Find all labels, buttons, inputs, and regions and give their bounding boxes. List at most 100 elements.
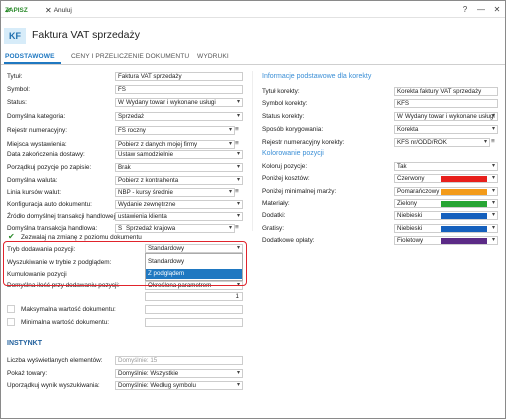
select-rejestr-korekty[interactable]: KFS nr/ODD/ROK ▾ xyxy=(394,138,490,147)
menu-icon[interactable]: ≡ xyxy=(235,188,239,195)
tab-wydruki[interactable]: WYDRUKI xyxy=(197,53,229,60)
tab-podstawowe[interactable]: PODSTAWOWE xyxy=(5,53,55,60)
active-tab-indicator xyxy=(4,62,61,64)
chevron-down-icon: ▾ xyxy=(491,225,495,231)
menu-icon[interactable]: ≡ xyxy=(235,126,239,133)
transakcja-value: Sprzedaż krajowa xyxy=(126,225,176,232)
pokaz-towary-value: Domyślnie: Wszystkie xyxy=(118,370,179,377)
label-ponizej-marzy: Poniżej minimalnej marży: xyxy=(262,188,337,195)
label-gratisy: Gratisy: xyxy=(262,225,285,232)
select-waluta[interactable]: Pobierz z kontrahenta ▾ xyxy=(115,176,243,185)
label-data-zakonczenia: Data zakończenia dostawy: xyxy=(7,151,85,158)
select-zrodlo-transakcji[interactable]: ustawienia klienta ▾ xyxy=(115,212,243,221)
cancel-button[interactable]: ✕ Anuluj xyxy=(45,5,72,15)
select-miejsca[interactable]: Pobierz z danych mojej firmy ▾ xyxy=(115,140,235,149)
color-swatch xyxy=(441,201,487,207)
section-title-info: Informacje podstawowe dla korekty xyxy=(262,73,372,80)
page-title: Faktura VAT sprzedaży xyxy=(32,29,140,41)
select-dodatki[interactable]: Niebieski ▾ xyxy=(394,211,498,220)
chevron-down-icon: ▾ xyxy=(236,164,240,170)
field-tytul[interactable]: Faktura VAT sprzedaży xyxy=(115,72,243,81)
close-icon: ✕ xyxy=(45,5,52,15)
chevron-down-icon: ▾ xyxy=(483,139,487,145)
label-porzadkuj: Porządkuj pozycje po zapisie: xyxy=(7,164,92,171)
select-koloruj[interactable]: Tak ▾ xyxy=(394,162,498,171)
minimize-button[interactable]: — xyxy=(475,4,487,15)
label-sposob-korygowania: Sposób korygowania: xyxy=(262,126,324,133)
document-type-badge: KF xyxy=(4,28,26,44)
close-window-button[interactable]: ✕ xyxy=(491,4,503,15)
label-dodatki: Dodatki: xyxy=(262,212,286,219)
label-pokaz-towary: Pokaż towary: xyxy=(7,370,48,377)
linia-kursow-value: NBP - kursy średnie xyxy=(118,189,173,196)
label-miejsca: Miejsca wystawienia: xyxy=(7,141,67,148)
check-icon[interactable]: ✔ xyxy=(8,232,15,241)
chevron-down-icon: ▾ xyxy=(491,163,495,169)
color-swatch xyxy=(441,213,487,219)
save-button[interactable]: ✔ ZAPISZ xyxy=(5,5,28,15)
label-tytul: Tytuł: xyxy=(7,73,23,80)
checkbox-max[interactable] xyxy=(7,305,15,313)
window: ✔ ZAPISZ ✕ Anuluj ? — ✕ KF Faktura VAT s… xyxy=(0,0,506,419)
label-max-wartosc: Maksymalna wartość dokumentu: xyxy=(21,306,116,313)
chevron-down-icon: ▾ xyxy=(491,113,495,119)
koloruj-value: Tak xyxy=(397,163,407,170)
chevron-down-icon: ▾ xyxy=(236,370,240,376)
save-label: ZAPISZ xyxy=(5,6,28,14)
input-max-wartosc[interactable] xyxy=(145,305,243,314)
label-konfiguracja: Konfiguracja auto dokumentu: xyxy=(7,201,92,208)
select-uporzadkuj[interactable]: Domyślnie: Według symbolu ▾ xyxy=(115,381,243,390)
checkbox-min[interactable] xyxy=(7,318,15,326)
ponizej-marzy-value: Pomarańczowy xyxy=(397,188,440,195)
menu-icon[interactable]: ≡ xyxy=(491,138,495,145)
chevron-down-icon: ▾ xyxy=(491,200,495,206)
select-linia-kursow[interactable]: NBP - kursy średnie ▾ xyxy=(115,188,235,197)
chevron-down-icon: ▾ xyxy=(236,382,240,388)
input-min-wartosc[interactable] xyxy=(145,318,243,327)
label-rejestr: Rejestr numeracyjny: xyxy=(7,127,68,134)
field-symbol-korekty[interactable]: KFS xyxy=(394,99,498,108)
quantity-input[interactable]: 1 xyxy=(145,292,243,301)
uporzadkuj-value: Domyślnie: Według symbolu xyxy=(118,382,196,389)
label-koloruj: Koloruj pozycje: xyxy=(262,163,308,170)
chevron-down-icon: ▾ xyxy=(236,213,240,219)
tab-bar: PODSTAWOWE CENY I PRZELICZENIE DOKUMENTU… xyxy=(1,50,505,65)
input-liczba-elementow[interactable]: Domyślnie: 15 xyxy=(115,356,243,365)
sposob-korygowania-value: Korekta xyxy=(397,126,419,133)
select-ponizej-kosztow[interactable]: Czerwony ▾ xyxy=(394,174,498,183)
chevron-down-icon: ▾ xyxy=(491,175,495,181)
select-kategoria[interactable]: Sprzedaż ▾ xyxy=(115,112,243,121)
select-ponizej-marzy[interactable]: Pomarańczowy ▾ xyxy=(394,187,498,196)
label-uporzadkuj: Uporządkuj wynik wyszukiwania: xyxy=(7,382,100,389)
select-materialy[interactable]: Zielony ▾ xyxy=(394,199,498,208)
select-data-zakonczenia[interactable]: Ustaw samodzielnie ▾ xyxy=(115,150,243,159)
help-button[interactable]: ? xyxy=(459,4,471,15)
status-korekty-value: Wydany towar i wykonane usługi xyxy=(405,113,495,120)
chevron-down-icon: ▾ xyxy=(236,99,240,105)
select-pokaz-towary[interactable]: Domyślnie: Wszystkie ▾ xyxy=(115,369,243,378)
dodatki-value: Niebieski xyxy=(397,212,423,219)
select-porzadkuj[interactable]: Brak ▾ xyxy=(115,163,243,172)
label-status: Status: xyxy=(7,99,27,106)
label-zrodlo-transakcji: Źródło domyślnej transakcji handlowej: xyxy=(7,213,117,220)
chevron-down-icon: ▾ xyxy=(491,188,495,194)
title-bar: ✔ ZAPISZ ✕ Anuluj ? — ✕ xyxy=(1,1,505,18)
chevron-down-icon: ▾ xyxy=(491,212,495,218)
tab-ceny[interactable]: CENY I PRZELICZENIE DOKUMENTU xyxy=(71,53,189,60)
color-swatch xyxy=(441,238,487,244)
select-rejestr[interactable]: FS roczny ▾ xyxy=(115,126,235,135)
select-transakcja[interactable]: S Sprzedaż krajowa ▾ xyxy=(115,224,235,233)
menu-icon[interactable]: ≡ xyxy=(235,224,239,231)
select-status[interactable]: W Wydany towar i wykonane usługi ▾ xyxy=(115,98,243,107)
menu-icon[interactable]: ≡ xyxy=(235,140,239,147)
select-status-korekty[interactable]: W Wydany towar i wykonane usługi ▾ xyxy=(394,112,498,121)
select-konfiguracja[interactable]: Wydanie zewnętrzne ▾ xyxy=(115,200,243,209)
select-dodatkowe-oplaty[interactable]: Fioletowy ▾ xyxy=(394,236,498,245)
label-min-wartosc: Minimalna wartość dokumentu: xyxy=(21,319,110,326)
rejestr-korekty-value: KFS nr/ODD/ROK xyxy=(397,139,447,146)
konfiguracja-value: Wydanie zewnętrzne xyxy=(118,201,176,208)
field-symbol[interactable]: FS xyxy=(115,85,243,94)
select-sposob-korygowania[interactable]: Korekta ▾ xyxy=(394,125,498,134)
field-tytul-korekty[interactable]: Korekta faktury VAT sprzedaży xyxy=(394,87,498,96)
select-gratisy[interactable]: Niebieski ▾ xyxy=(394,224,498,233)
